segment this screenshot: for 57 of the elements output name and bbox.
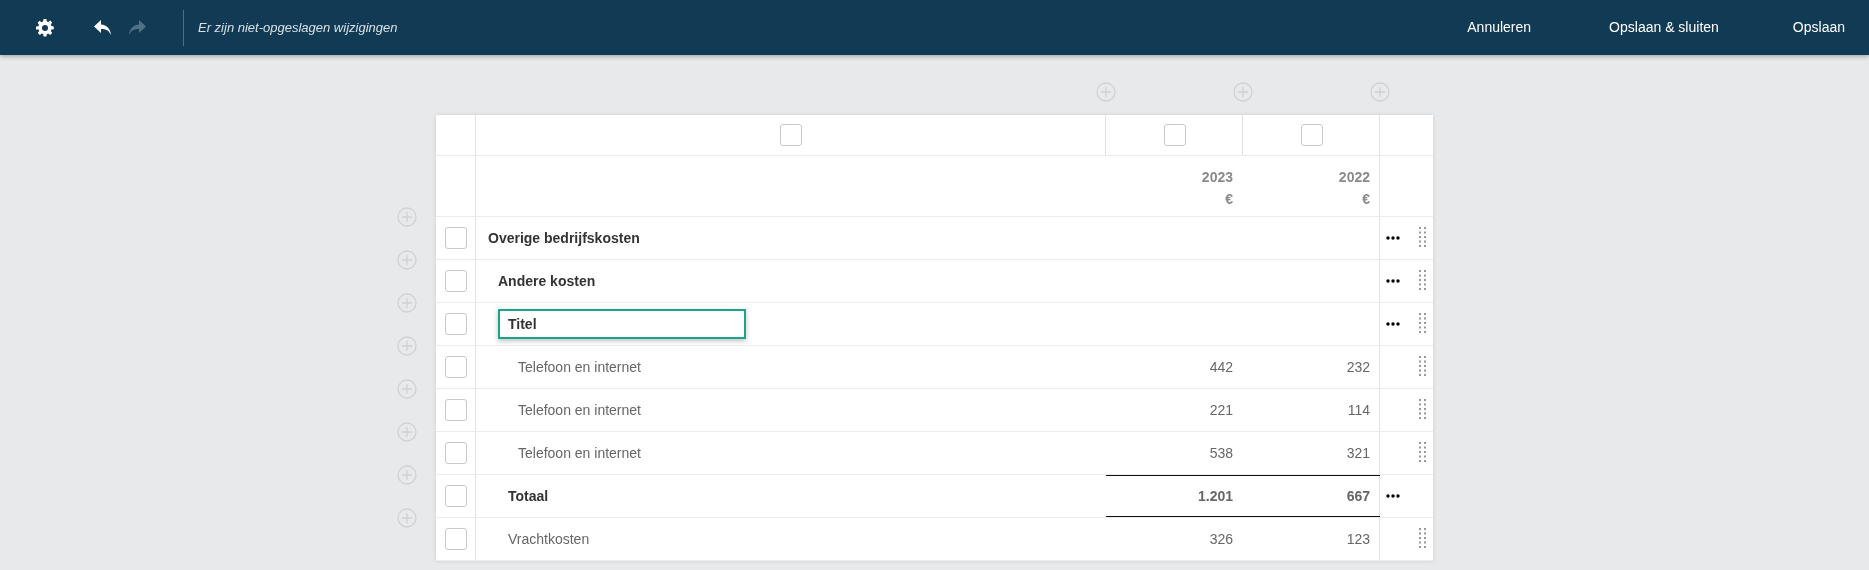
- checkbox[interactable]: [445, 227, 467, 249]
- currency-label: €: [1224, 190, 1233, 210]
- add-icon[interactable]: [1233, 82, 1253, 102]
- amount-value: 221: [1208, 400, 1234, 420]
- checkbox[interactable]: [445, 356, 467, 378]
- add-icon[interactable]: [397, 379, 417, 399]
- checkbox[interactable]: [1300, 124, 1323, 146]
- total-value: 667: [1243, 475, 1380, 517]
- checkbox[interactable]: [445, 270, 467, 292]
- amount-value: 232: [1345, 357, 1371, 377]
- checkbox[interactable]: [445, 399, 467, 421]
- add-icon[interactable]: [397, 293, 417, 313]
- amount-value: 326: [1208, 529, 1234, 549]
- title-input[interactable]: Titel: [498, 309, 746, 339]
- checkbox[interactable]: [445, 442, 467, 464]
- add-icon[interactable]: [397, 207, 417, 227]
- status-text: Er zijn niet-opgeslagen wijzigingen: [198, 18, 398, 37]
- amount-value: 442: [1208, 357, 1234, 377]
- checkbox[interactable]: [445, 313, 467, 335]
- row-label: Telefoon en internet: [518, 357, 641, 377]
- year-label: 2022: [1337, 168, 1370, 187]
- add-icon[interactable]: [397, 336, 417, 356]
- save-close-button[interactable]: Opslaan & sluiten: [1609, 17, 1719, 38]
- cancel-button[interactable]: Annuleren: [1467, 17, 1532, 38]
- amount-value: 114: [1346, 400, 1371, 420]
- currency-label: €: [1361, 190, 1370, 210]
- checkbox[interactable]: [445, 528, 467, 550]
- add-icon[interactable]: [397, 250, 417, 270]
- drag-handle-icon[interactable]: [1419, 313, 1427, 335]
- drag-handle-icon[interactable]: [1419, 399, 1427, 421]
- add-icon[interactable]: [397, 422, 417, 442]
- add-icon[interactable]: [1370, 82, 1390, 102]
- year-label: 2023: [1200, 168, 1233, 187]
- group-label: Andere kosten: [498, 271, 596, 291]
- drag-handle-icon[interactable]: [1419, 442, 1427, 464]
- drag-handle-icon[interactable]: [1419, 528, 1427, 550]
- add-icon[interactable]: [397, 508, 417, 528]
- amount-value: 123: [1345, 529, 1371, 549]
- row-label: Vrachtkosten: [508, 529, 590, 549]
- drag-handle-icon[interactable]: [1419, 227, 1427, 249]
- total-label: Totaal: [508, 486, 549, 506]
- total-value: 1.201: [1106, 475, 1243, 517]
- checkbox[interactable]: [1163, 124, 1186, 146]
- drag-handle-icon[interactable]: [1419, 270, 1427, 292]
- group-label: Overige bedrijfskosten: [488, 228, 640, 248]
- amount-value: 321: [1345, 443, 1371, 463]
- drag-handle-icon[interactable]: [1419, 356, 1427, 378]
- row-label: Telefoon en internet: [518, 400, 641, 420]
- add-icon[interactable]: [1096, 82, 1116, 102]
- save-button[interactable]: Opslaan: [1792, 17, 1845, 38]
- settings-button[interactable]: [35, 17, 55, 38]
- add-icon[interactable]: [397, 465, 417, 485]
- undo-button[interactable]: [93, 18, 113, 37]
- checkbox[interactable]: [445, 485, 467, 507]
- amount-value: 538: [1208, 443, 1234, 463]
- checkbox[interactable]: [780, 124, 802, 146]
- row-label: Telefoon en internet: [518, 443, 641, 463]
